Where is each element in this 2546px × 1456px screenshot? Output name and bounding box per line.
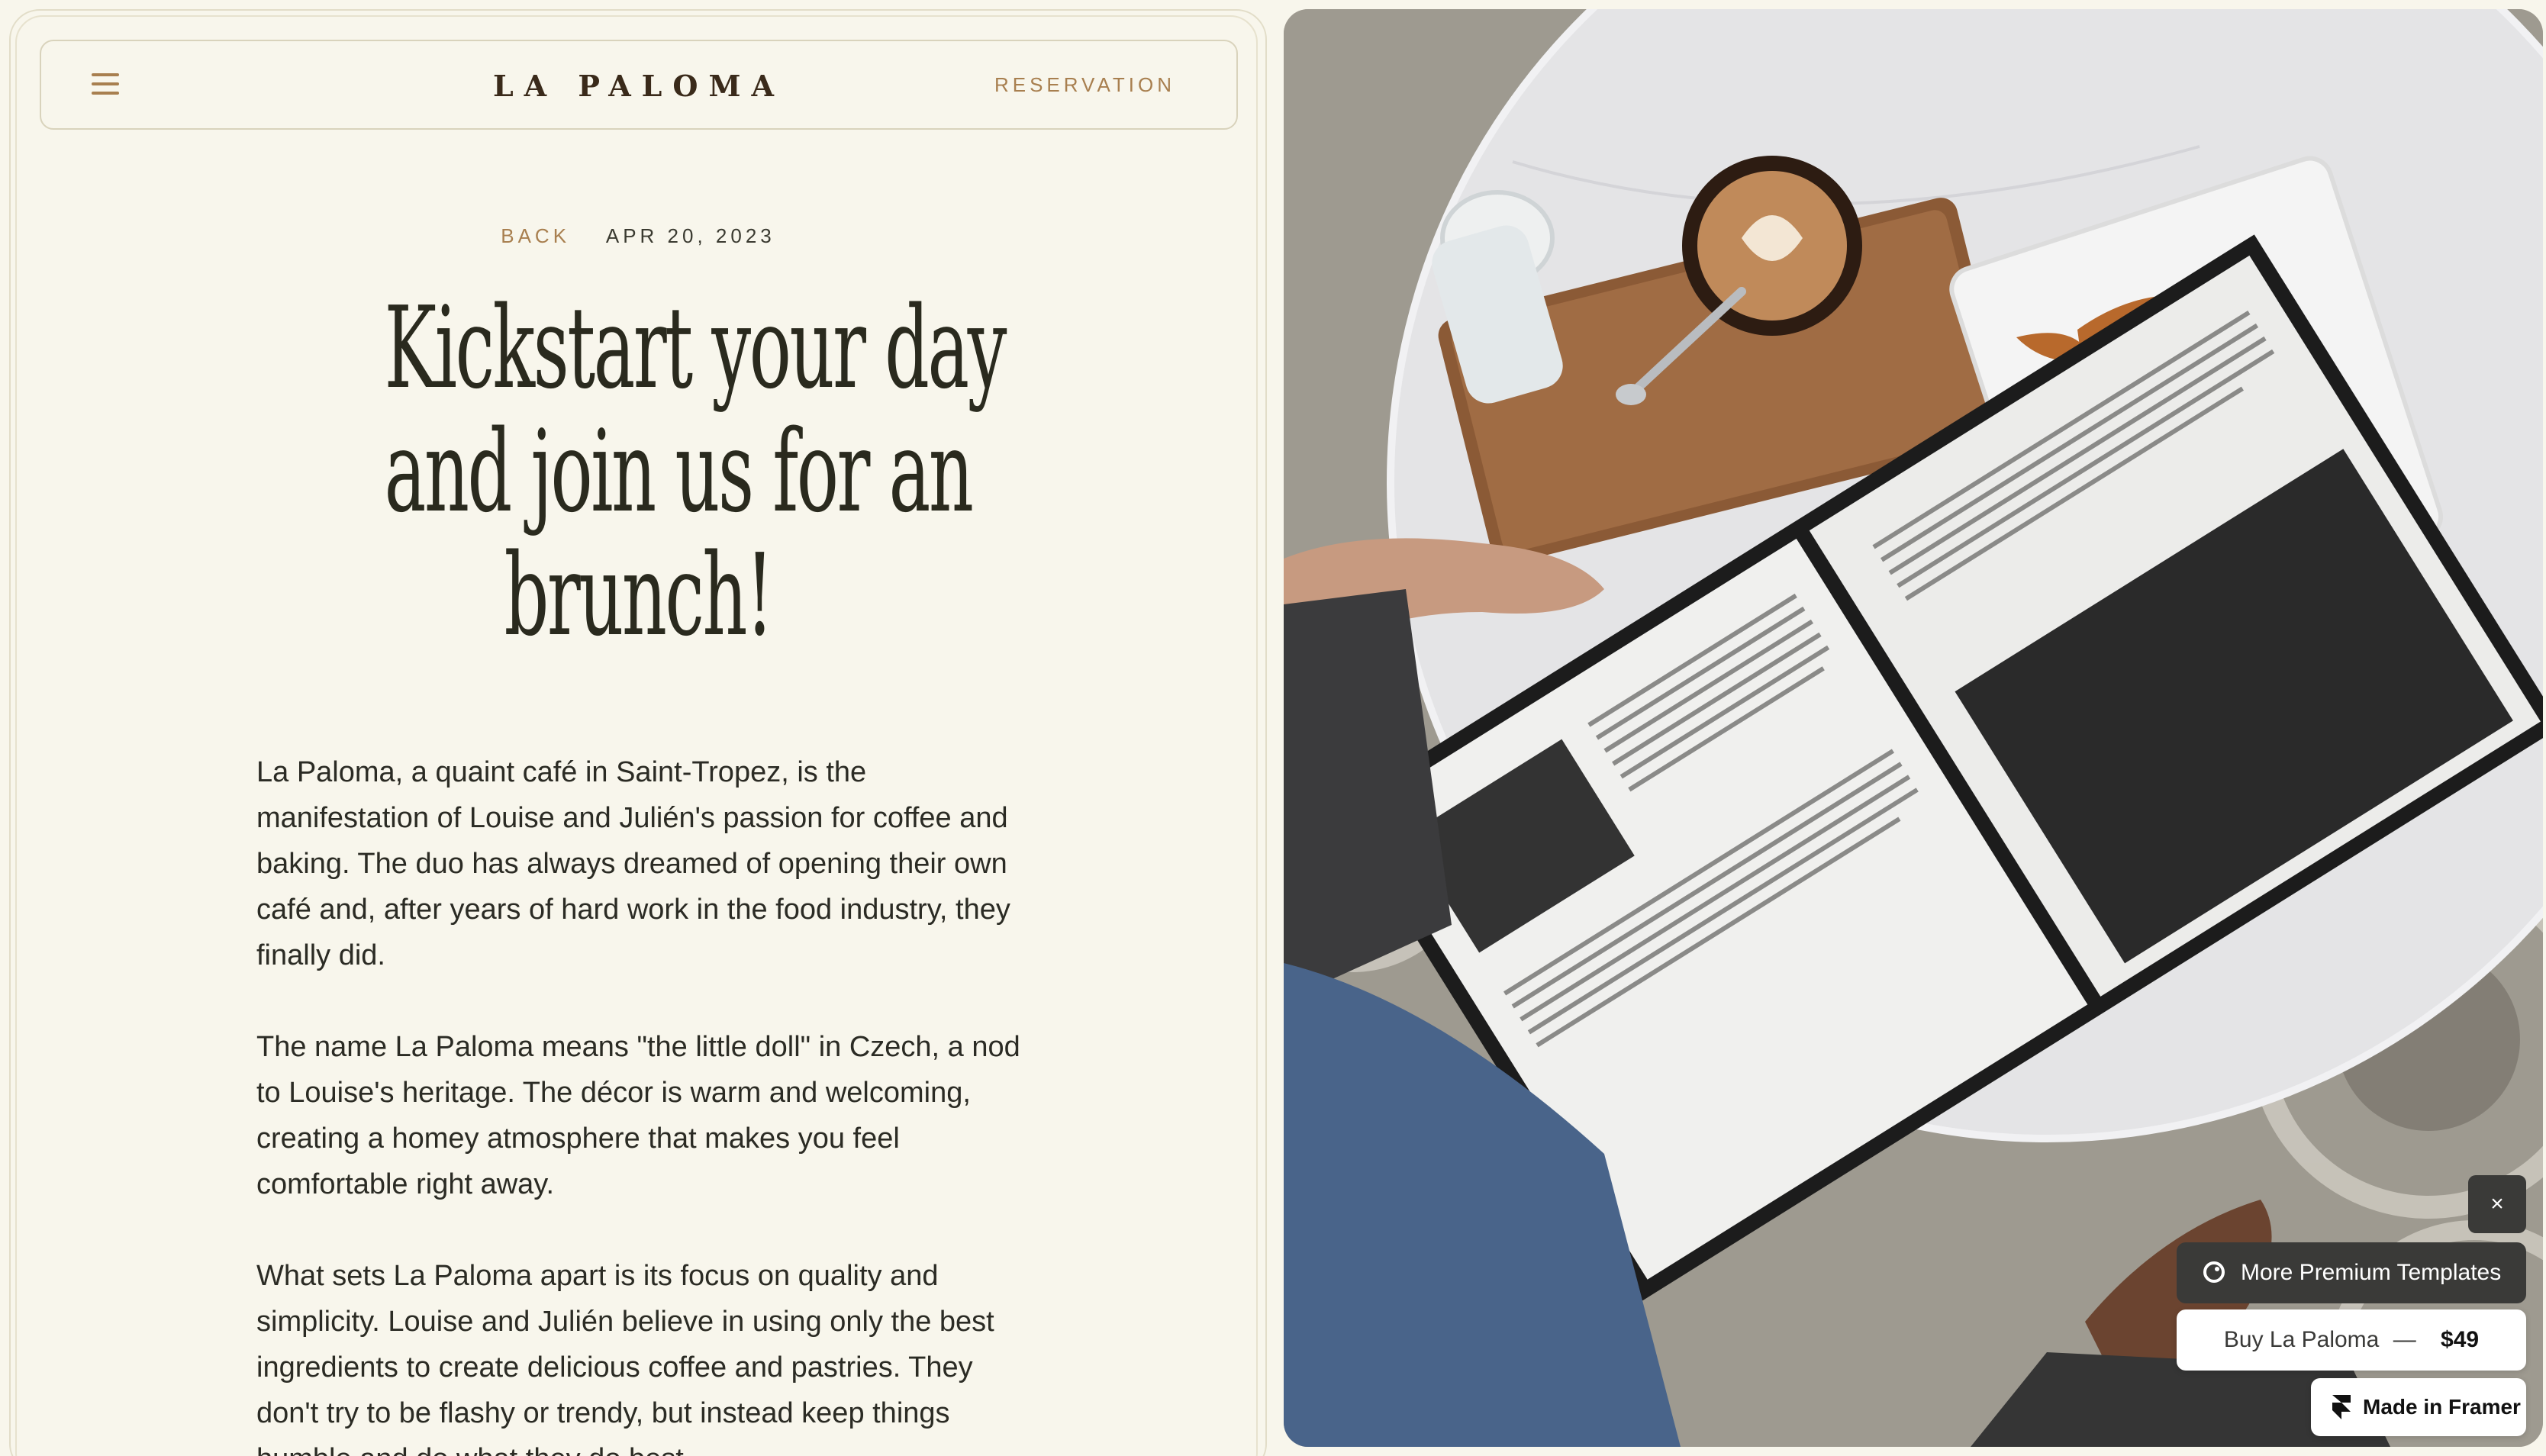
buy-price: $49 [2441, 1327, 2480, 1352]
premium-templates-button[interactable]: More Premium Templates [2177, 1242, 2526, 1303]
hero-photo [1284, 9, 2543, 1447]
made-in-framer-label: Made in Framer [2363, 1395, 2521, 1419]
buy-dash: — [2393, 1327, 2416, 1352]
article-paragraph: The name La Paloma means "the little dol… [256, 1031, 1020, 1200]
made-in-framer-button[interactable]: Made in Framer [2311, 1378, 2526, 1436]
logo-text: LA PALOMA [492, 69, 785, 103]
article-paragraph: What sets La Paloma apart is its focus o… [256, 1260, 994, 1456]
page: LA PALOMA RESERVATION BACK APR 20, 2023 … [0, 0, 2546, 1456]
headline-line: and join us for an [384, 406, 974, 537]
framer-logo-icon [2332, 1395, 2351, 1419]
reservation-link[interactable]: RESERVATION [994, 73, 1175, 97]
premium-label: More Premium Templates [2241, 1260, 2502, 1285]
headline-line: Kickstart your day [384, 282, 1007, 414]
article-headline: Kickstart your day and join us for an br… [384, 282, 1007, 661]
close-icon: × [2490, 1191, 2504, 1216]
article-paragraph: La Paloma, a quaint café in Saint-Tropez… [256, 756, 1010, 971]
headline-line: brunch! [504, 530, 774, 661]
close-badge-button[interactable]: × [2468, 1175, 2526, 1233]
article-body: La Paloma, a quaint café in Saint-Tropez… [256, 749, 1027, 1456]
buy-template-button[interactable]: Buy La Paloma — $49 [2177, 1309, 2526, 1371]
article-meta: BACK APR 20, 2023 [0, 224, 1276, 248]
paint-brush-icon [2203, 1261, 2225, 1283]
article-date: APR 20, 2023 [605, 224, 775, 247]
cafe-table-illustration [1284, 9, 2543, 1447]
top-navbar: LA PALOMA RESERVATION [40, 40, 1238, 130]
back-link[interactable]: BACK [501, 224, 570, 247]
buy-label: Buy La Paloma [2223, 1327, 2380, 1352]
